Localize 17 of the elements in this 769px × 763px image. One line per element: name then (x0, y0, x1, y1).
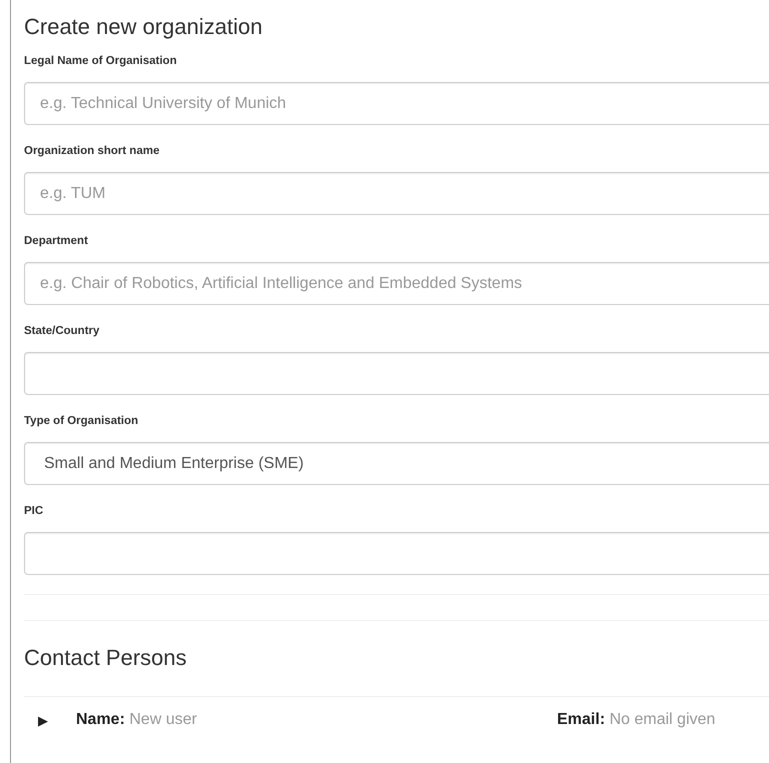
input-field[interactable]: e.g. Technical University of Munich (24, 82, 769, 125)
field-label: Organization short name (24, 144, 160, 158)
input-field[interactable]: e.g. Chair of Robotics, Artificial Intelligence and Embedded Systems (24, 262, 769, 305)
expand-toggle[interactable]: ▶ (38, 712, 76, 728)
field-label: PIC (24, 504, 44, 518)
section-title: Contact Persons (24, 645, 188, 671)
field-label: Department (24, 234, 89, 248)
input-field[interactable]: e.g. TUM (24, 172, 769, 215)
field-label: Type of Organisation (24, 414, 140, 428)
field-label: State/Country (24, 324, 100, 338)
page-title: Create new organization (24, 14, 264, 40)
contact-name: Name: New user (76, 711, 198, 729)
field-label: Legal Name of Organisation (24, 54, 178, 68)
input-field[interactable] (24, 352, 769, 395)
contact-email: Email: No email given (557, 711, 716, 729)
select-field[interactable]: Small and Medium Enterprise (SME) (24, 442, 769, 485)
input-field[interactable] (24, 532, 769, 575)
